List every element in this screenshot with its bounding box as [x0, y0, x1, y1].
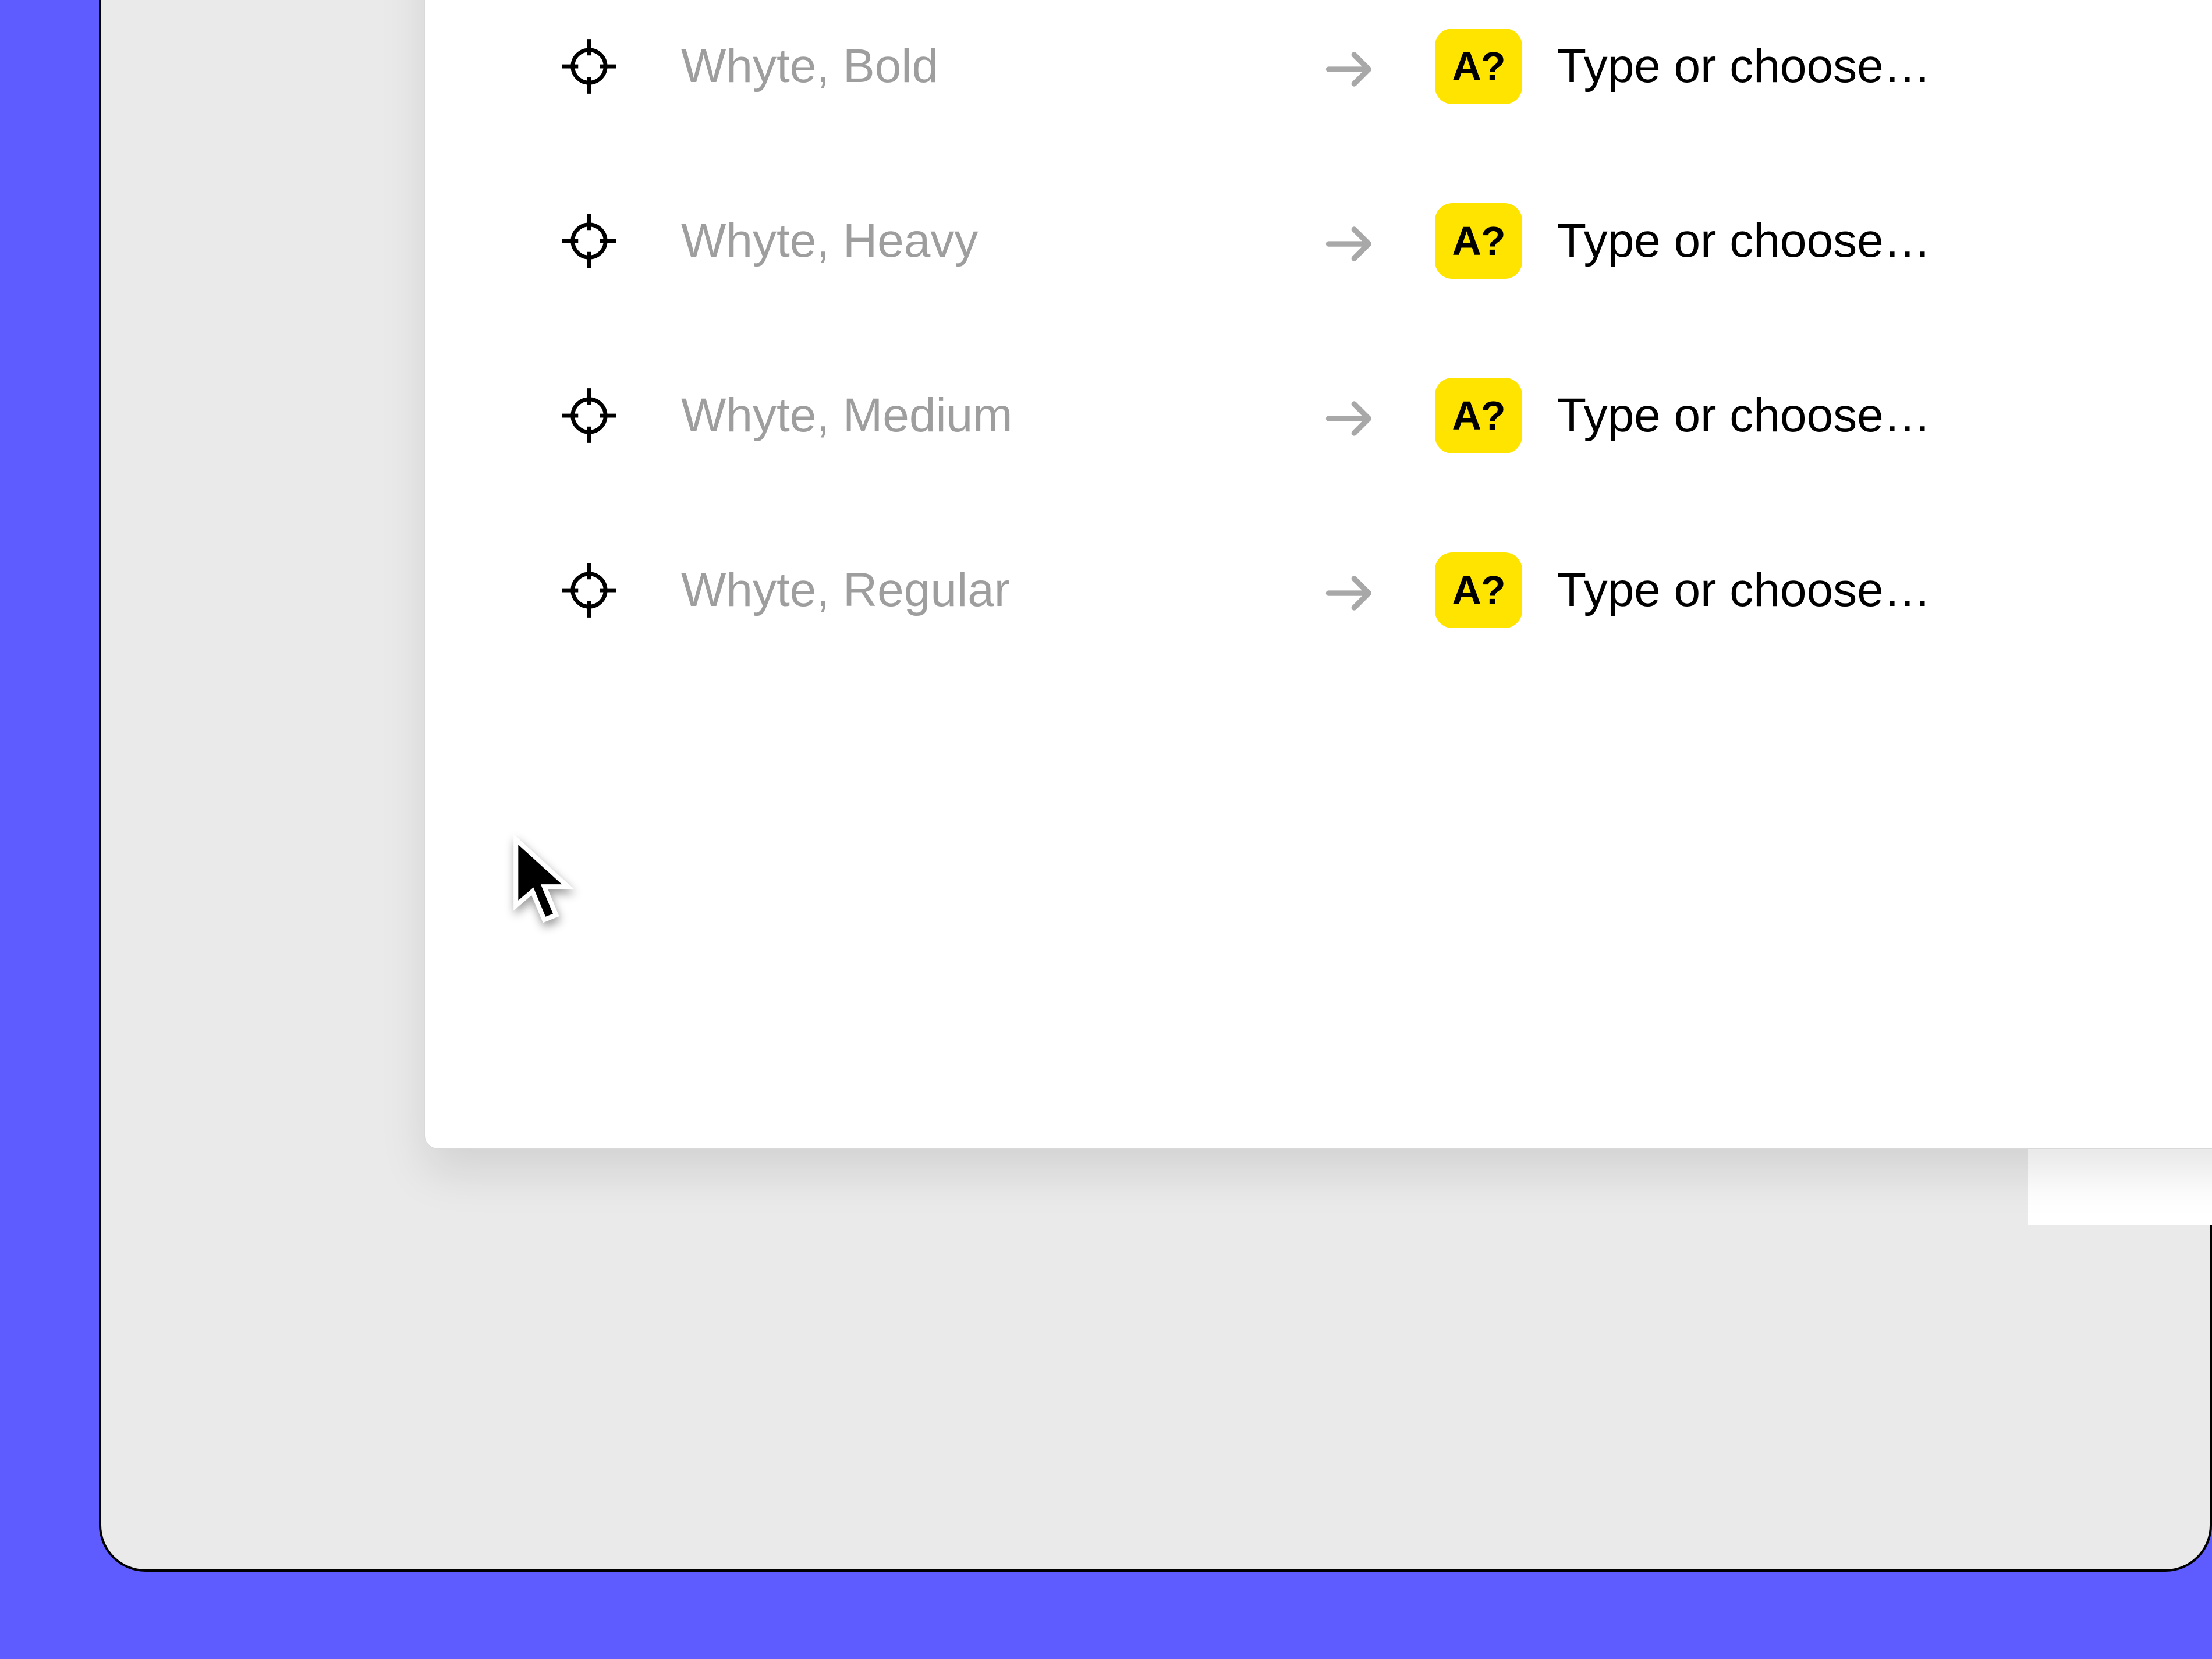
font-row: Whyte, Bold A? Type or choose…: [425, 23, 2212, 110]
target-icon[interactable]: [560, 561, 618, 619]
app-window: Missing Font Replacement Whyte, Bold A? …: [99, 0, 2212, 1572]
missing-font-name: Whyte, Regular: [681, 563, 1321, 618]
arrow-right-icon: [1321, 389, 1380, 448]
missing-font-name: Whyte, Bold: [681, 39, 1321, 94]
missing-font-name: Whyte, Heavy: [681, 214, 1321, 268]
target-icon[interactable]: [560, 212, 618, 270]
arrow-right-icon: [1321, 564, 1380, 622]
missing-font-name: Whyte, Medium: [681, 388, 1321, 443]
font-row: Whyte, Medium A? Type or choose…: [425, 372, 2212, 459]
target-icon[interactable]: [560, 387, 618, 445]
panel-strip: [2028, 1143, 2212, 1225]
missing-font-badge-icon: A?: [1435, 378, 1522, 453]
replacement-font-input[interactable]: Type or choose…: [1557, 563, 1931, 618]
missing-font-badge-icon: A?: [1435, 552, 1522, 628]
arrow-right-icon: [1321, 40, 1380, 98]
missing-fonts-dialog: Missing Font Replacement Whyte, Bold A? …: [424, 0, 2212, 1149]
font-row: Whyte, Heavy A? Type or choose…: [425, 197, 2212, 285]
arrow-right-icon: [1321, 215, 1380, 273]
missing-font-badge-icon: A?: [1435, 29, 1522, 104]
replacement-font-input[interactable]: Type or choose…: [1557, 388, 1931, 443]
target-icon[interactable]: [560, 37, 618, 95]
font-row: Whyte, Regular A? Type or choose…: [425, 547, 2212, 634]
replacement-font-input[interactable]: Type or choose…: [1557, 39, 1931, 94]
replacement-font-input[interactable]: Type or choose…: [1557, 214, 1931, 268]
missing-font-badge-icon: A?: [1435, 203, 1522, 279]
